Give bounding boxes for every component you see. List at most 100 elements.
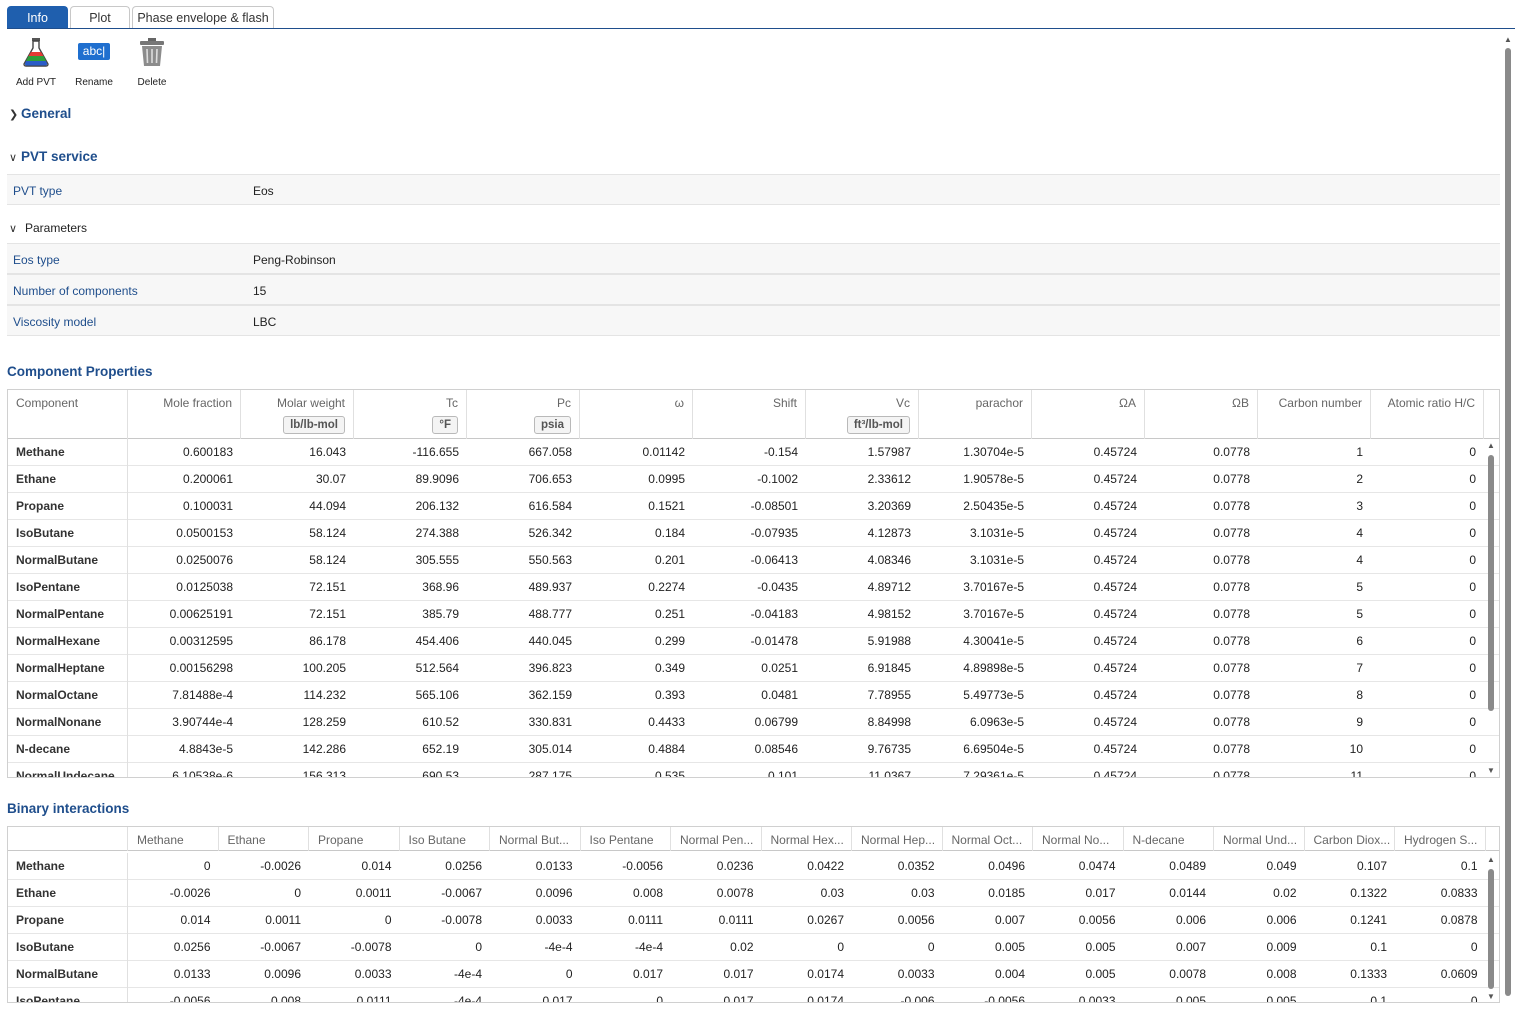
table-cell[interactable]: 652.19: [354, 736, 467, 763]
table-cell[interactable]: 0: [219, 880, 310, 907]
scroll-down-icon[interactable]: ▼: [1486, 767, 1496, 775]
table-cell[interactable]: 10: [1258, 736, 1371, 763]
page-scrollbar[interactable]: ▲: [1503, 36, 1513, 1006]
table-cell[interactable]: 6: [1258, 628, 1371, 655]
table-cell[interactable]: 7.81488e-4: [128, 682, 241, 709]
table-cell[interactable]: 0.1333: [1305, 961, 1396, 988]
table-cell[interactable]: 385.79: [354, 601, 467, 628]
table-cell[interactable]: 0.0250076: [128, 547, 241, 574]
table-cell[interactable]: 0: [1371, 466, 1484, 493]
table-cell[interactable]: 0.107: [1305, 853, 1396, 880]
table-cell[interactable]: -0.0435: [693, 574, 806, 601]
table-cell[interactable]: 0.03: [852, 880, 943, 907]
table-cell[interactable]: 0.101: [693, 763, 806, 777]
unit-selector[interactable]: °F: [432, 416, 458, 434]
table-cell[interactable]: 274.388: [354, 520, 467, 547]
table-row[interactable]: NormalHeptane 0.00156298 100.205 512.564 396…: [8, 655, 1499, 682]
table-cell[interactable]: 0.0096: [490, 880, 581, 907]
column-header[interactable]: Component: [8, 390, 128, 439]
table-cell[interactable]: 0.0256: [400, 853, 491, 880]
table-cell[interactable]: 0.1: [1305, 934, 1396, 961]
table-cell[interactable]: 86.178: [241, 628, 354, 655]
table-cell[interactable]: 0: [1371, 601, 1484, 628]
num-components-value[interactable]: 15: [253, 284, 266, 298]
unit-selector[interactable]: ft³/lb-mol: [846, 416, 910, 434]
scroll-up-icon[interactable]: ▲: [1486, 442, 1496, 450]
table-cell[interactable]: 0: [1395, 934, 1486, 961]
table-cell[interactable]: 3.1031e-5: [919, 520, 1032, 547]
column-header[interactable]: Shift: [693, 390, 806, 439]
table-cell[interactable]: 0.0778: [1145, 520, 1258, 547]
column-header[interactable]: Normal Pen...: [671, 827, 762, 851]
table-cell[interactable]: 4.98152: [806, 601, 919, 628]
table-row[interactable]: NormalOctane 7.81488e-4 114.232 565.106 362.…: [8, 682, 1499, 709]
table-cell[interactable]: -116.655: [354, 439, 467, 466]
table-cell[interactable]: 0.535: [580, 763, 693, 777]
table-cell[interactable]: 4.89898e-5: [919, 655, 1032, 682]
pvt-service-section-toggle[interactable]: ∨ PVT service: [9, 149, 98, 164]
table-cell[interactable]: 0.0609: [1395, 961, 1486, 988]
table-cell[interactable]: 5: [1258, 574, 1371, 601]
table-cell[interactable]: 4.89712: [806, 574, 919, 601]
table-cell[interactable]: 4.8843e-5: [128, 736, 241, 763]
table-cell[interactable]: 0.007: [943, 907, 1034, 934]
table-cell[interactable]: 0.201: [580, 547, 693, 574]
table-cell[interactable]: 0.0995: [580, 466, 693, 493]
table-cell[interactable]: 0: [1371, 574, 1484, 601]
component-table-scrollbar[interactable]: ▲ ▼: [1486, 442, 1496, 775]
table-cell[interactable]: 0.45724: [1032, 574, 1145, 601]
table-cell[interactable]: 7.29361e-5: [919, 763, 1032, 777]
column-header[interactable]: Methane: [128, 827, 219, 851]
table-cell[interactable]: 0.1: [1305, 988, 1396, 1002]
table-cell[interactable]: 526.342: [467, 520, 580, 547]
table-cell[interactable]: 0.0033: [852, 961, 943, 988]
table-cell[interactable]: 0.0778: [1145, 628, 1258, 655]
delete-button[interactable]: Delete: [124, 36, 180, 88]
table-cell[interactable]: 440.045: [467, 628, 580, 655]
column-header[interactable]: Mole fraction: [128, 390, 241, 439]
table-cell[interactable]: 6.0963e-5: [919, 709, 1032, 736]
table-cell[interactable]: 1.30704e-5: [919, 439, 1032, 466]
table-cell[interactable]: 2.50435e-5: [919, 493, 1032, 520]
table-cell[interactable]: -0.006: [852, 988, 943, 1002]
column-header[interactable]: Vc ft³/lb-mol: [806, 390, 919, 439]
table-cell[interactable]: -0.0026: [219, 853, 310, 880]
table-cell[interactable]: 0.0778: [1145, 466, 1258, 493]
table-cell[interactable]: -4e-4: [400, 961, 491, 988]
table-cell[interactable]: 4: [1258, 547, 1371, 574]
table-cell[interactable]: 5.49773e-5: [919, 682, 1032, 709]
table-cell[interactable]: 3.1031e-5: [919, 547, 1032, 574]
table-cell[interactable]: 0.00156298: [128, 655, 241, 682]
column-header[interactable]: Pc psia: [467, 390, 580, 439]
table-cell[interactable]: 0.0174: [762, 961, 853, 988]
table-cell[interactable]: 4.08346: [806, 547, 919, 574]
table-cell[interactable]: 0.08546: [693, 736, 806, 763]
table-cell[interactable]: 114.232: [241, 682, 354, 709]
table-cell[interactable]: 0.017: [1033, 880, 1124, 907]
eos-type-value[interactable]: Peng-Robinson: [253, 253, 336, 267]
table-cell[interactable]: 0.0778: [1145, 493, 1258, 520]
table-cell[interactable]: 3.70167e-5: [919, 574, 1032, 601]
table-cell[interactable]: 0.0078: [671, 880, 762, 907]
table-cell[interactable]: 0: [1371, 547, 1484, 574]
table-row[interactable]: NormalButane 0.0250076 58.124 305.555 550.56…: [8, 547, 1499, 574]
table-cell[interactable]: 100.205: [241, 655, 354, 682]
table-cell[interactable]: 0.0778: [1145, 601, 1258, 628]
table-cell[interactable]: 0.0111: [671, 907, 762, 934]
table-cell[interactable]: 0.017: [671, 988, 762, 1002]
table-cell[interactable]: 0.0011: [219, 907, 310, 934]
binary-table-scrollbar[interactable]: ▲ ▼: [1486, 856, 1496, 1001]
table-cell[interactable]: 72.151: [241, 574, 354, 601]
table-cell[interactable]: 0: [1371, 655, 1484, 682]
table-cell[interactable]: 0.006: [1214, 907, 1305, 934]
table-cell[interactable]: 0.02: [671, 934, 762, 961]
table-cell[interactable]: 0.0078: [1124, 961, 1215, 988]
table-cell[interactable]: 0.1322: [1305, 880, 1396, 907]
column-header[interactable]: Normal No...: [1033, 827, 1124, 851]
table-cell[interactable]: 0: [1371, 628, 1484, 655]
table-cell[interactable]: 616.584: [467, 493, 580, 520]
column-header[interactable]: Ethane: [219, 827, 309, 851]
table-cell[interactable]: 0.349: [580, 655, 693, 682]
column-header[interactable]: Propane: [309, 827, 400, 851]
table-cell[interactable]: 0.0778: [1145, 709, 1258, 736]
